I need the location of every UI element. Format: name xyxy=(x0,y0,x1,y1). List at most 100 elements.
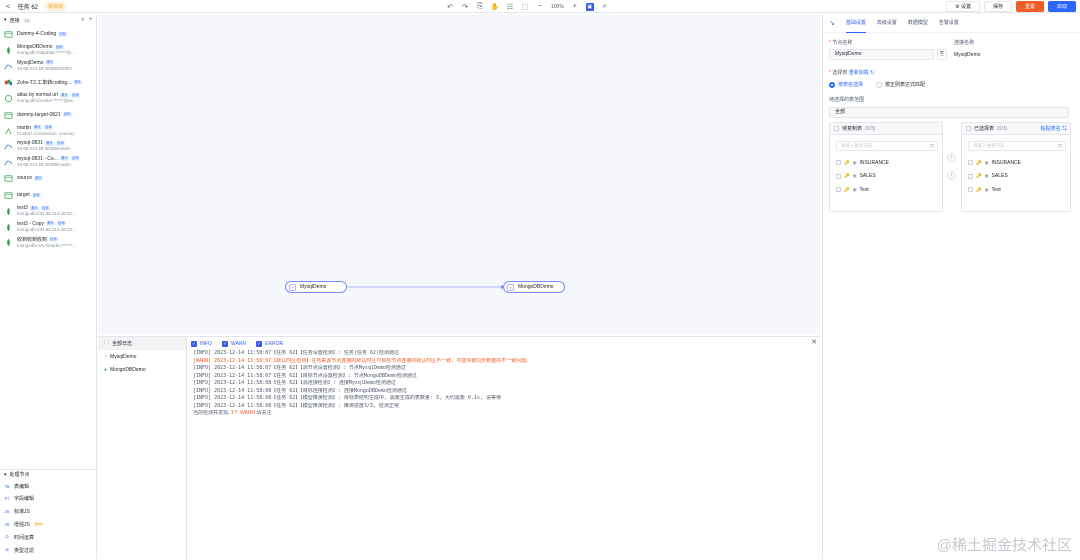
fit-view-icon[interactable]: ▣ xyxy=(585,2,594,11)
mongodb-icon: ● xyxy=(104,366,108,373)
search-icon[interactable]: ⌕ xyxy=(81,17,84,24)
reset-button[interactable]: 重置 xyxy=(1015,1,1044,12)
connection-item[interactable]: MongoDBDemo 目标 mongodb://tapdata:******@..… xyxy=(0,43,96,59)
connection-item[interactable]: source 源头 xyxy=(0,170,96,187)
checkbox-icon[interactable] xyxy=(836,173,841,179)
tab-alert[interactable]: 告警设置 xyxy=(939,14,959,33)
processing-item[interactable]: JS 增强JS Beta xyxy=(4,518,94,530)
table-row[interactable]: 🔑 ◉ Test xyxy=(962,183,1070,197)
watermark: @稀土掘金技术社区 xyxy=(936,537,1072,554)
close-icon[interactable]: ✕ xyxy=(811,338,817,346)
source-search-input[interactable]: 请输入搜索内容... ⊡ xyxy=(836,141,938,151)
connection-count: 16 xyxy=(22,17,31,23)
log-source-label: MongoDBDemo xyxy=(110,366,146,373)
zoho-icon xyxy=(4,78,13,87)
radio-by-regex[interactable]: 按正则表达式匹配 xyxy=(876,81,925,88)
filter-error[interactable]: ✓ ERROR xyxy=(256,340,283,347)
connection-item[interactable]: dummy-target-0821 目标 xyxy=(0,107,96,124)
table-row[interactable]: 🔑 ◉ Test xyxy=(830,183,942,197)
connection-tag: 目标 xyxy=(70,156,80,161)
zoom-out-icon[interactable]: − xyxy=(536,3,544,11)
processing-item[interactable]: Fi 字段编辑 xyxy=(4,493,94,505)
collapse-icon[interactable]: ▾ xyxy=(4,17,7,23)
copy-icon[interactable]: ⎘ xyxy=(937,49,947,60)
connection-item[interactable]: test3 源头 目标 mongodb://34.96.213.48:32... xyxy=(0,204,96,220)
table-icon: ◉ xyxy=(984,173,989,179)
table-row[interactable]: 🔑 ◉ INSURANCE xyxy=(962,156,1070,170)
conn-name-value: MysqlDemo xyxy=(954,52,981,58)
checkbox-icon[interactable] xyxy=(966,126,971,131)
mongo-icon xyxy=(4,207,13,216)
paste-table-name-link[interactable]: 粘贴表名 ⇆ xyxy=(1041,125,1067,132)
checkbox-icon[interactable] xyxy=(834,126,839,131)
connection-item[interactable]: Zoho-T2.工单转coding... 源头 xyxy=(0,74,96,91)
tab-basic[interactable]: 基础设置 xyxy=(845,14,866,33)
connection-name: dummy-target-0821 xyxy=(17,111,61,118)
undo-icon[interactable]: ↶ xyxy=(446,3,454,11)
source-table-list: 🔑 ◉ INSURANCE 🔑 ◉ SALES 🔑 ◉ Test xyxy=(830,156,942,197)
checkbox-icon: ✓ xyxy=(221,340,228,347)
checkbox-icon[interactable] xyxy=(968,187,973,193)
node-mongodbdemo[interactable]: ◖ MongoDBDemo xyxy=(503,281,565,293)
processing-item[interactable]: JS 标准JS xyxy=(4,506,94,518)
add-icon[interactable]: + xyxy=(88,17,92,24)
processing-item[interactable]: ⊙ 时间运算 xyxy=(4,531,94,543)
hand-icon[interactable]: ✋ xyxy=(491,3,500,11)
move-left-icon[interactable]: ‹ xyxy=(947,171,956,180)
tab-advanced[interactable]: 高级设置 xyxy=(877,14,897,33)
dag-canvas[interactable]: ◔ MysqlDemo ◖ MongoDBDemo xyxy=(98,14,821,335)
checkbox-icon[interactable] xyxy=(836,160,841,166)
start-button[interactable]: 启动 xyxy=(1047,1,1076,12)
box-count: (0/3) xyxy=(997,125,1008,132)
zoom-level[interactable]: 100% xyxy=(551,4,564,10)
connection-item[interactable]: test3 - Copy 源头 目标 mongodb://34.96.213.48:3… xyxy=(0,220,96,236)
delete-icon[interactable]: ⎘ xyxy=(476,3,484,11)
checkbox-icon[interactable] xyxy=(968,160,973,166)
scope-label: 待选择的表范围 xyxy=(829,97,865,103)
collapse-icon[interactable]: ▾ xyxy=(4,472,7,478)
processing-label: 字段编辑 xyxy=(14,496,35,503)
move-right-icon[interactable]: › xyxy=(947,153,956,162)
paste-label: 粘贴表名 xyxy=(1040,126,1061,132)
connection-item[interactable]: MysqlDemo 源头 34.96.213.48:30306/DEMO xyxy=(0,59,96,75)
label-text: 选择表 xyxy=(832,70,848,76)
log-source-all[interactable]: 🗀 全部日志 xyxy=(98,337,186,350)
settings-button[interactable]: ⚙ 设置 xyxy=(946,1,980,12)
checkbox-icon[interactable] xyxy=(968,173,973,179)
connection-item[interactable]: martin 源头 目标 Custom Connection: source(... xyxy=(0,124,96,140)
filter-warn[interactable]: ✓ WARN xyxy=(221,340,246,347)
connection-item[interactable]: Dummy-4-Coding 目标 xyxy=(0,26,96,43)
processing-item[interactable]: Ta 表编辑 xyxy=(4,480,94,492)
save-button[interactable]: 保存 xyxy=(983,1,1012,12)
layout-icon[interactable]: ☷ xyxy=(506,3,514,11)
select-icon[interactable]: ⬚ xyxy=(521,3,529,11)
scope-select[interactable]: 全部 xyxy=(829,107,1069,118)
search-icon[interactable]: ⌕ xyxy=(601,3,609,11)
connection-item[interactable]: mysql-0831 源头 目标 34.96.213.48:30306/martin xyxy=(0,139,96,155)
selected-search-input[interactable]: 请输入搜索内容... ⊡ xyxy=(968,141,1066,151)
redo-icon[interactable]: ↷ xyxy=(461,3,469,11)
connection-item[interactable]: mysql-0831 - Co... 源头 目标 34.96.213.48:30306… xyxy=(0,155,96,171)
connection-item[interactable]: 收到收到收到 目标 mongodb+srv://martin:******... xyxy=(0,235,96,251)
warn-count[interactable]: 1个 WARN xyxy=(231,410,255,416)
radio-by-table[interactable]: 按表名选择 xyxy=(829,81,863,88)
table-row[interactable]: 🔑 ◉ INSURANCE xyxy=(830,156,942,170)
key-icon: 🔑 xyxy=(844,173,850,179)
table-row[interactable]: 🔑 ◉ SALES xyxy=(962,170,1070,184)
checkbox-icon[interactable] xyxy=(836,187,841,193)
connection-item[interactable]: target 目标 xyxy=(0,187,96,204)
node-mysqldemo[interactable]: ◔ MysqlDemo xyxy=(285,281,347,293)
connection-item[interactable]: atlas by normal url 源头 目标 mongodb://martin:… xyxy=(0,91,96,107)
table-row[interactable]: 🔑 ◉ SALES xyxy=(830,170,942,184)
filter-info[interactable]: ✓ INFO xyxy=(191,340,212,347)
log-source-mysqldemo[interactable]: ◔ MysqlDemo xyxy=(98,350,186,363)
processing-item[interactable]: ⊘ 类型过滤 xyxy=(4,544,94,556)
node-name-input[interactable]: MysqlDemo xyxy=(829,49,934,60)
back-icon[interactable]: < xyxy=(6,2,11,11)
node-settings-panel: ↘ 基础设置 高级设置 数据模型 告警设置 * 节点名称 MysqlDemo ⎘… xyxy=(822,14,1080,559)
zoom-in-icon[interactable]: + xyxy=(571,3,579,11)
tab-data-model[interactable]: 数据模型 xyxy=(908,14,928,33)
log-source-label: 全部日志 xyxy=(112,341,133,347)
reload-link[interactable]: 重新加载 ↻ xyxy=(849,70,875,76)
log-source-mongodbdemo[interactable]: ● MongoDBDemo xyxy=(98,363,186,376)
